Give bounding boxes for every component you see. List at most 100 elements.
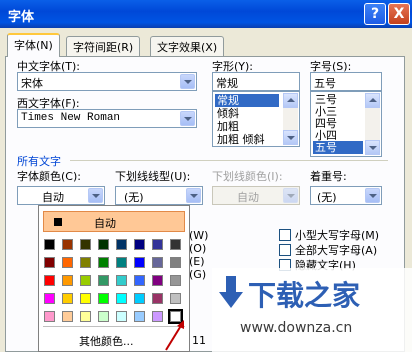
color-swatch[interactable] — [116, 311, 127, 322]
color-swatch[interactable] — [116, 257, 127, 268]
color-swatch[interactable] — [80, 275, 91, 286]
arrow-up-icon[interactable] — [283, 93, 298, 108]
color-swatch[interactable] — [80, 257, 91, 268]
chevron-down-icon[interactable] — [365, 188, 380, 203]
color-swatch[interactable] — [44, 239, 55, 250]
watermark-name: 下载之家 — [248, 279, 361, 312]
auto-color-button[interactable]: 自动 — [43, 211, 185, 232]
color-swatch[interactable] — [116, 239, 127, 250]
scrollbar[interactable] — [365, 93, 380, 155]
auto-color-label: 自动 — [94, 217, 116, 230]
help-button[interactable]: ? — [364, 3, 386, 25]
all-caps-checkbox[interactable] — [279, 244, 291, 256]
east-asian-font-select[interactable]: 宋体 — [17, 72, 197, 91]
arrow-up-icon[interactable] — [365, 93, 380, 108]
font-color-label: 字体颜色(C): — [17, 170, 81, 183]
watermark: 下载之家 www.downza.cn — [212, 268, 412, 352]
small-caps-label: 小型大写字母(M) — [295, 229, 380, 242]
color-swatch[interactable] — [134, 293, 145, 304]
color-swatch[interactable] — [80, 293, 91, 304]
color-swatch[interactable] — [134, 257, 145, 268]
font-color-value: 自动 — [42, 191, 64, 204]
underline-color-select: 自动 — [212, 186, 300, 205]
font-size-value: 五号 — [314, 77, 336, 90]
chevron-down-icon[interactable] — [180, 74, 195, 89]
close-button[interactable]: X — [388, 3, 410, 25]
font-style-value: 常规 — [216, 77, 238, 90]
chevron-down-icon — [283, 188, 298, 203]
divider — [70, 160, 388, 161]
font-style-input[interactable]: 常规 — [212, 72, 300, 91]
color-swatch-icon — [54, 218, 62, 226]
list-item[interactable]: 五号 — [313, 141, 363, 154]
color-swatch[interactable] — [134, 239, 145, 250]
color-swatch[interactable] — [62, 275, 73, 286]
color-swatch[interactable] — [44, 311, 55, 322]
all-caps-label: 全部大写字母(A) — [295, 244, 378, 257]
western-font-select[interactable]: Times New Roman — [17, 109, 197, 128]
chevron-down-icon[interactable] — [180, 111, 195, 126]
preview-fragment: 11 — [192, 334, 206, 347]
color-swatch[interactable] — [170, 275, 181, 286]
tab-font[interactable]: 字体(N) — [7, 33, 60, 57]
arrow-down-icon[interactable] — [365, 140, 380, 155]
color-swatch[interactable] — [152, 293, 163, 304]
color-swatch[interactable] — [170, 257, 181, 268]
color-swatch[interactable] — [80, 239, 91, 250]
color-swatch[interactable] — [44, 275, 55, 286]
tab-text-effects[interactable]: 文字效果(X) — [150, 36, 225, 56]
font-size-list[interactable]: 三号 小三 四号 小四 五号 — [310, 91, 382, 157]
color-swatch[interactable] — [98, 257, 109, 268]
more-colors-button[interactable]: 其他颜色... — [79, 333, 134, 349]
color-swatch[interactable] — [44, 293, 55, 304]
underline-style-label: 下划线线型(U): — [115, 170, 191, 183]
underline-style-select[interactable]: (无) — [115, 186, 203, 205]
color-swatch[interactable] — [134, 311, 145, 322]
emphasis-select[interactable]: (无) — [310, 186, 382, 205]
list-item[interactable]: 常规 — [215, 94, 279, 107]
color-swatch[interactable] — [62, 257, 73, 268]
tab-char-spacing[interactable]: 字符间距(R) — [66, 36, 141, 56]
annotation-arrow-icon — [165, 320, 184, 351]
chevron-down-icon[interactable] — [186, 188, 201, 203]
emphasis-value: (无) — [317, 191, 337, 204]
color-swatch[interactable] — [170, 293, 181, 304]
window-title: 字体 — [8, 10, 35, 25]
color-swatch[interactable] — [62, 293, 73, 304]
color-swatch[interactable] — [116, 293, 127, 304]
underline-style-value: (无) — [124, 191, 144, 204]
all-text-section-label: 所有文字 — [17, 155, 61, 168]
color-swatch[interactable] — [98, 311, 109, 322]
font-style-list[interactable]: 常规 倾斜 加粗 加粗 倾斜 — [212, 91, 300, 147]
list-item[interactable]: 加粗 — [215, 120, 241, 133]
watermark-url: www.downza.cn — [240, 320, 353, 336]
scrollbar[interactable] — [283, 93, 298, 145]
color-swatch[interactable] — [62, 239, 73, 250]
arrow-down-icon[interactable] — [283, 130, 298, 145]
color-swatch[interactable] — [80, 311, 91, 322]
small-caps-checkbox[interactable] — [279, 229, 291, 241]
title-bar — [0, 0, 412, 28]
color-swatch[interactable] — [152, 239, 163, 250]
font-size-input[interactable]: 五号 — [310, 72, 382, 91]
underline-color-label: 下划线颜色(I): — [212, 170, 283, 183]
color-swatch[interactable] — [62, 311, 73, 322]
color-swatch[interactable] — [44, 257, 55, 268]
color-swatch[interactable] — [152, 275, 163, 286]
east-asian-font-value: 宋体 — [21, 77, 43, 90]
list-item[interactable]: 加粗 倾斜 — [215, 133, 267, 146]
emphasis-label: 着重号: — [310, 170, 347, 183]
list-item[interactable]: 倾斜 — [215, 107, 241, 120]
color-swatch[interactable] — [134, 275, 145, 286]
font-color-select[interactable]: 自动 — [17, 186, 105, 205]
color-swatch[interactable] — [98, 239, 109, 250]
color-swatch[interactable] — [152, 257, 163, 268]
download-arrow-icon — [219, 276, 243, 308]
color-swatch[interactable] — [116, 275, 127, 286]
color-swatch[interactable] — [98, 275, 109, 286]
chevron-down-icon[interactable] — [88, 188, 103, 203]
western-font-value: Times New Roman — [21, 112, 121, 124]
color-swatch[interactable] — [170, 239, 181, 250]
underline-color-value: 自动 — [237, 191, 259, 204]
color-swatch[interactable] — [98, 293, 109, 304]
